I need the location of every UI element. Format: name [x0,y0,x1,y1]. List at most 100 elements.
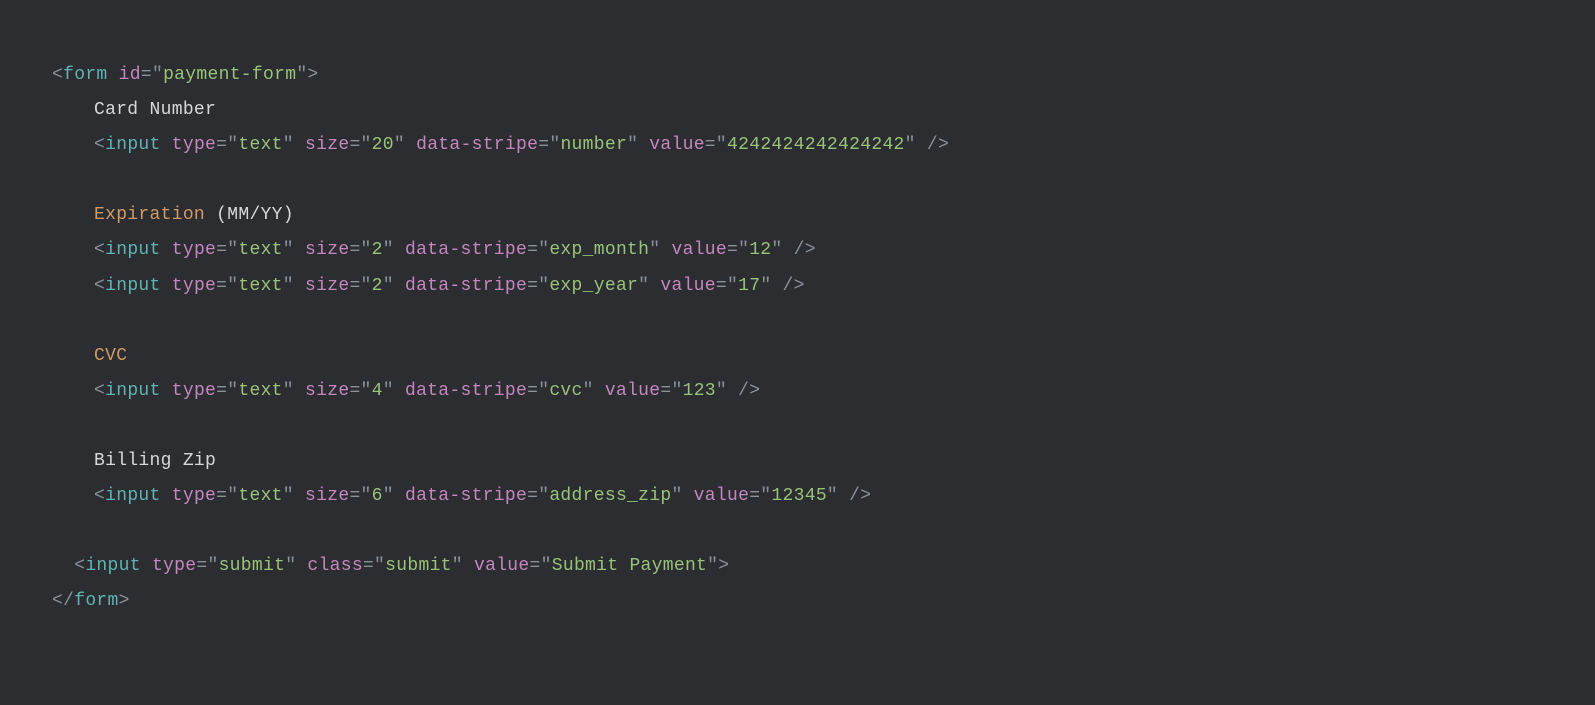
code-token: 4 [372,381,383,401]
code-token: size [305,276,349,296]
code-token: text [238,240,282,260]
code-token: " [361,381,372,401]
code-token: < [94,135,105,155]
code-token [141,556,152,576]
code-token: 2 [372,276,383,296]
code-line [52,304,1543,339]
code-token: = [216,135,227,155]
code-token: " [361,135,372,155]
code-token: " [549,135,560,155]
code-token: " [227,276,238,296]
code-token: (MM/YY) [205,205,294,225]
code-token: input [105,381,161,401]
code-token: " [583,381,605,401]
code-token [161,240,172,260]
code-token: " [671,486,693,506]
code-token: 6 [372,486,383,506]
code-token: = [527,240,538,260]
code-token: = [660,381,671,401]
code-token: number [560,135,627,155]
code-token: " [361,240,372,260]
code-token: " [283,135,305,155]
code-line: CVC [52,339,1543,374]
code-token: " [760,486,771,506]
code-token: < [94,240,105,260]
code-token: = [527,486,538,506]
code-line: Billing Zip [52,444,1543,479]
code-token: " [361,276,372,296]
code-token: submit [219,556,286,576]
code-token: data-stripe [416,135,538,155]
code-token: " [283,276,305,296]
code-token: " [627,135,649,155]
code-token: value [474,556,530,576]
code-token: " [361,486,372,506]
code-token: class [307,556,363,576]
code-token: " [227,486,238,506]
code-token: " [738,240,749,260]
code-token: type [152,556,196,576]
code-token: type [172,486,216,506]
code-token: = [216,240,227,260]
code-token: type [172,135,216,155]
code-token: " /> [905,135,949,155]
code-token: value [694,486,750,506]
code-token: = [216,381,227,401]
code-token: Card Number [94,100,216,120]
code-token [161,135,172,155]
code-token: = [349,240,360,260]
code-token: exp_year [549,276,638,296]
code-token: " [283,240,305,260]
code-token: " [649,240,671,260]
code-token: size [305,135,349,155]
code-line: Expiration (MM/YY) [52,198,1543,233]
code-token: = [538,135,549,155]
code-line: <input type="text" size="2" data-stripe=… [52,233,1543,268]
code-token [161,486,172,506]
code-line: <input type="submit" class="submit" valu… [52,549,1543,584]
code-token: type [172,240,216,260]
code-line: <form id="payment-form"> [52,58,1543,93]
code-token: " [283,381,305,401]
code-token: " [538,381,549,401]
code-token: > [307,65,318,85]
code-token: " [538,276,549,296]
code-token: data-stripe [405,240,527,260]
code-token: " [538,240,549,260]
code-token: " [227,240,238,260]
code-token: text [238,381,282,401]
code-token: " [383,276,405,296]
code-token: value [649,135,705,155]
code-token [108,65,119,85]
code-token [161,276,172,296]
code-token: " [283,486,305,506]
code-token: submit [385,556,452,576]
code-token: " [538,486,549,506]
code-token: text [238,135,282,155]
code-token: " [207,556,218,576]
code-token: " [285,556,307,576]
code-token: " [452,556,474,576]
code-token: size [305,486,349,506]
code-token: 123 [683,381,716,401]
code-token: = [716,276,727,296]
code-token: size [305,381,349,401]
code-line: Card Number [52,93,1543,128]
code-token: size [305,240,349,260]
code-token [161,381,172,401]
code-token: " /> [760,276,804,296]
code-token: " [374,556,385,576]
code-token: exp_month [549,240,649,260]
code-line [52,409,1543,444]
code-token: payment-form [163,65,296,85]
code-token: = [216,486,227,506]
code-token: input [105,240,161,260]
code-token: " [383,240,405,260]
code-token: < [94,276,105,296]
code-token: < [94,486,105,506]
code-token: text [238,276,282,296]
code-line [52,514,1543,549]
code-token: 12 [749,240,771,260]
code-token: cvc [549,381,582,401]
code-line [52,163,1543,198]
